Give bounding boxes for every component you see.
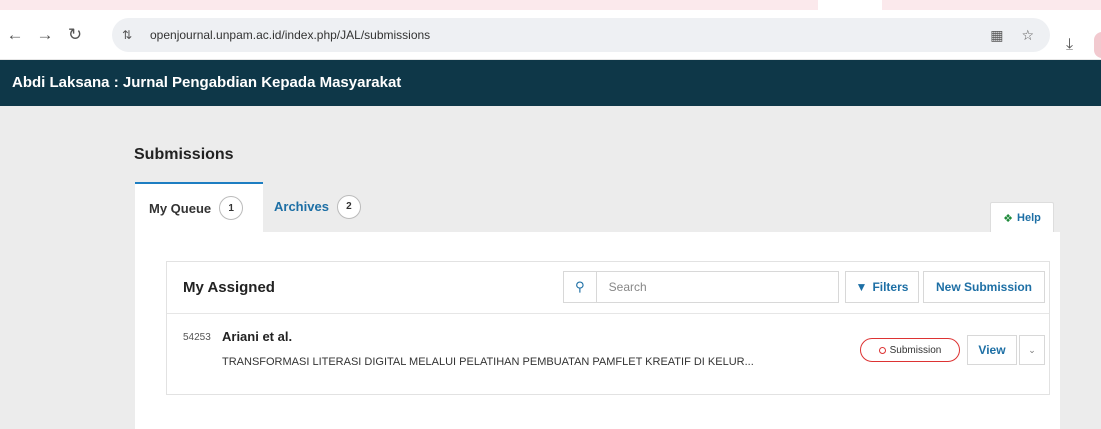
page-content: Submissions My Queue 1 Archives 2 ❖ Help… [8, 106, 1101, 429]
star-icon[interactable]: ☆ [1021, 27, 1034, 44]
tab-label: Archives [274, 199, 329, 214]
submission-author: Ariani et al. [222, 329, 293, 344]
tab-my-queue[interactable]: My Queue 1 [135, 182, 263, 232]
tab-label: My Queue [149, 200, 212, 216]
stage-dot-icon [878, 346, 886, 354]
tab-count-badge: 2 [336, 194, 361, 219]
stage-label: Submission [889, 344, 942, 356]
page-title: Submissions [134, 146, 234, 163]
new-submission-button[interactable]: New Submission [923, 271, 1045, 303]
filter-icon: ▼ [855, 280, 868, 294]
forward-icon[interactable]: → [34, 10, 56, 59]
filters-label: Filters [872, 280, 909, 294]
site-header: Abdi Laksana : Jurnal Pengabdian Kepada … [0, 60, 1101, 106]
search-input[interactable] [606, 272, 838, 302]
submission-id: 54253 [183, 332, 211, 343]
profile-avatar[interactable] [1094, 32, 1101, 58]
help-label: Help [1017, 212, 1041, 224]
address-url[interactable]: openjournal.unpam.ac.id/index.php/JAL/su… [150, 28, 430, 42]
help-icon: ❖ [1003, 212, 1014, 225]
help-button[interactable]: ❖ Help [990, 202, 1054, 233]
submission-title: TRANSFORMASI LITERASI DIGITAL MELALUI PE… [222, 356, 754, 368]
site-title[interactable]: Abdi Laksana : Jurnal Pengabdian Kepada … [12, 60, 401, 106]
chevron-down-icon[interactable]: ⌄ [1019, 335, 1045, 365]
translate-icon[interactable]: ▦ [990, 27, 1003, 44]
address-bar[interactable]: ⇅ openjournal.unpam.ac.id/index.php/JAL/… [112, 18, 1050, 52]
list-header: My Assigned ⚲ ▼ Filters New Submission [167, 262, 1049, 314]
stage-badge: Submission [860, 338, 960, 362]
browser-tab[interactable] [818, 0, 882, 10]
tab-count-badge: 1 [219, 196, 244, 220]
browser-toolbar: ← → ↻ ⇅ openjournal.unpam.ac.id/index.ph… [0, 10, 1101, 60]
submissions-list-panel: My Assigned ⚲ ▼ Filters New Submission 5… [166, 261, 1050, 395]
view-button[interactable]: View [967, 335, 1017, 365]
back-icon[interactable]: ← [4, 10, 26, 59]
tab-archives[interactable]: Archives 2 [274, 181, 361, 232]
browser-tabstrip [0, 0, 1101, 10]
site-settings-icon[interactable]: ⇅ [122, 28, 140, 42]
list-title: My Assigned [183, 279, 275, 296]
filters-button[interactable]: ▼ Filters [845, 271, 919, 303]
search-box[interactable]: ⚲ [563, 271, 839, 303]
list-item[interactable]: 54253 Ariani et al. TRANSFORMASI LITERAS… [167, 314, 1049, 394]
search-icon[interactable]: ⚲ [564, 272, 597, 302]
reload-icon[interactable]: ↻ [64, 10, 86, 59]
